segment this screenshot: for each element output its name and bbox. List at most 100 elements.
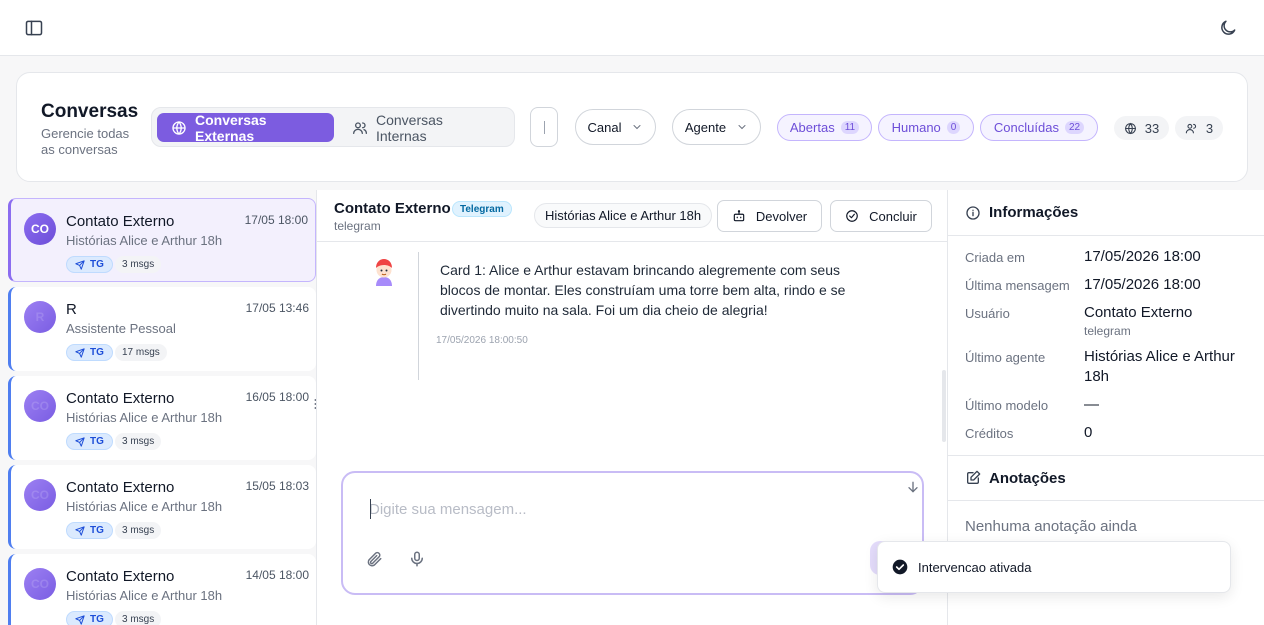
toast-notification: Intervencao ativada	[877, 541, 1231, 593]
conversation-name: R	[66, 301, 77, 318]
field-value: 0	[1084, 424, 1093, 441]
conversation-name: Contato Externo	[66, 213, 175, 230]
channel-badge-label: TG	[90, 259, 104, 270]
header-card: Conversas Gerencie todas as conversas Co…	[16, 72, 1248, 182]
channel-badge: TG	[66, 256, 113, 273]
chat-pane: Contato Externo Telegram telegram Histór…	[316, 190, 948, 625]
status-filter-open[interactable]: Abertas 11	[777, 114, 872, 141]
return-button[interactable]: Devolver	[717, 200, 822, 232]
field-value: Histórias Alice e Arthur 18h	[1084, 348, 1235, 385]
moon-icon[interactable]	[1218, 18, 1238, 38]
conversation-item[interactable]: R R Assistente Pessoal 17/05 13:46 TG 17…	[8, 287, 316, 371]
conversation-item[interactable]: CO Contato Externo Histórias Alice e Art…	[8, 198, 316, 282]
note-edit-icon	[965, 470, 981, 486]
tab-external-conversations[interactable]: Conversas Externas	[157, 111, 334, 144]
check-circle-icon	[892, 559, 908, 575]
status-filter-label: Abertas	[789, 120, 835, 135]
conversation-time: 15/05 18:03	[245, 479, 309, 493]
channel-badge-label: TG	[90, 525, 104, 536]
bot-icon	[732, 209, 746, 223]
chevron-down-icon	[736, 121, 748, 133]
chat-header: Contato Externo Telegram telegram Histór…	[317, 190, 947, 242]
text-caret	[544, 121, 545, 134]
conversation-name: Contato Externo	[66, 568, 175, 585]
send-icon	[75, 347, 85, 358]
status-filter-label: Concluídas	[993, 120, 1059, 135]
users-icon	[352, 120, 368, 136]
field-value: 17/05/2026 18:00	[1084, 276, 1201, 293]
conversation-item[interactable]: CO Contato Externo Histórias Alice e Art…	[8, 376, 316, 460]
field-value: 17/05/2026 18:00	[1084, 248, 1201, 265]
status-filter-human[interactable]: Humano 0	[878, 114, 974, 141]
paperclip-icon[interactable]	[365, 550, 383, 568]
users-icon	[1185, 122, 1198, 135]
top-bar	[0, 0, 1264, 56]
message-timestamp: 17/05/2026 18:00:50	[436, 335, 528, 346]
tab-internal-conversations[interactable]: Conversas Internas	[338, 111, 510, 144]
external-count: 33	[1144, 120, 1160, 136]
microphone-icon[interactable]	[408, 550, 426, 568]
channel-badge: Telegram	[452, 201, 512, 217]
text-caret	[370, 499, 371, 519]
info-section-header: Informações	[948, 190, 1264, 236]
channel-badge: TG	[66, 433, 113, 450]
channel-badge: TG	[66, 611, 113, 625]
search-input[interactable]	[530, 107, 558, 147]
message-count-badge: 17 msgs	[115, 344, 167, 361]
info-icon	[965, 205, 981, 221]
external-count-stat: 33	[1114, 116, 1169, 140]
notes-section-header: Anotações	[948, 455, 1264, 501]
conversation-item[interactable]: CO Contato Externo Histórias Alice e Art…	[8, 554, 316, 625]
field-value: Contato Externo	[1084, 304, 1193, 321]
avatar: R	[24, 301, 56, 333]
tab-label: Conversas Externas	[195, 111, 267, 144]
field-label: Último agente	[965, 350, 1046, 365]
status-filter-count: 11	[840, 121, 860, 134]
conversation-name: Contato Externo	[66, 479, 175, 496]
scrollbar[interactable]	[942, 370, 946, 442]
field-label: Criada em	[965, 250, 1025, 265]
message-composer	[341, 471, 924, 595]
internal-count: 3	[1205, 120, 1214, 136]
message-thread-line	[418, 252, 419, 380]
conversation-agent: Assistente Pessoal	[66, 321, 176, 336]
arrow-down-icon[interactable]	[905, 479, 921, 495]
notes-title: Anotações	[989, 469, 1066, 487]
status-filter-concluded[interactable]: Concluídas 22	[980, 114, 1098, 141]
channel-badge-label: TG	[90, 347, 104, 358]
internal-count-stat: 3	[1175, 116, 1223, 140]
status-filter-count: 22	[1064, 121, 1085, 134]
field-value: —	[1084, 396, 1099, 413]
conversation-time: 14/05 18:00	[245, 568, 309, 582]
info-title: Informações	[989, 204, 1079, 221]
avatar: CO	[24, 568, 56, 600]
chat-agent-badge: Histórias Alice e Arthur 18h	[534, 203, 713, 228]
status-filter-label: Humano	[891, 120, 941, 135]
conversation-type-tabs: Conversas Externas Conversas Internas	[151, 107, 515, 147]
field-label: Créditos	[965, 426, 1014, 441]
page-subtitle: Gerencie todas as conversas	[41, 126, 130, 157]
channel-badge: TG	[66, 522, 113, 539]
field-label: Usuário	[965, 306, 1010, 321]
conversation-item[interactable]: CO Contato Externo Histórias Alice e Art…	[8, 465, 316, 549]
globe-icon	[171, 120, 187, 136]
channel-filter-select[interactable]: Canal	[575, 109, 656, 145]
message-input[interactable]	[369, 499, 869, 519]
conclude-button[interactable]: Concluir	[830, 200, 932, 232]
channel-filter-label: Canal	[587, 119, 622, 135]
chevron-down-icon	[631, 121, 643, 133]
conversation-agent: Histórias Alice e Arthur 18h	[66, 588, 223, 603]
page-title: Conversas	[41, 101, 139, 122]
tab-label: Conversas Internas	[376, 111, 443, 144]
channel-badge-label: TG	[90, 436, 104, 447]
field-label: Última mensagem	[965, 278, 1070, 293]
agent-filter-select[interactable]: Agente	[672, 109, 761, 145]
sidebar-toggle-icon[interactable]	[24, 18, 44, 38]
send-icon	[75, 614, 85, 625]
toast-text: Intervencao ativada	[918, 559, 1032, 575]
avatar: CO	[24, 390, 56, 422]
field-label: Último modelo	[965, 398, 1049, 413]
message-count-badge: 3 msgs	[115, 611, 162, 625]
message-text: Card 1: Alice e Arthur estavam brincando…	[440, 262, 846, 318]
status-filter-count: 0	[946, 121, 961, 134]
